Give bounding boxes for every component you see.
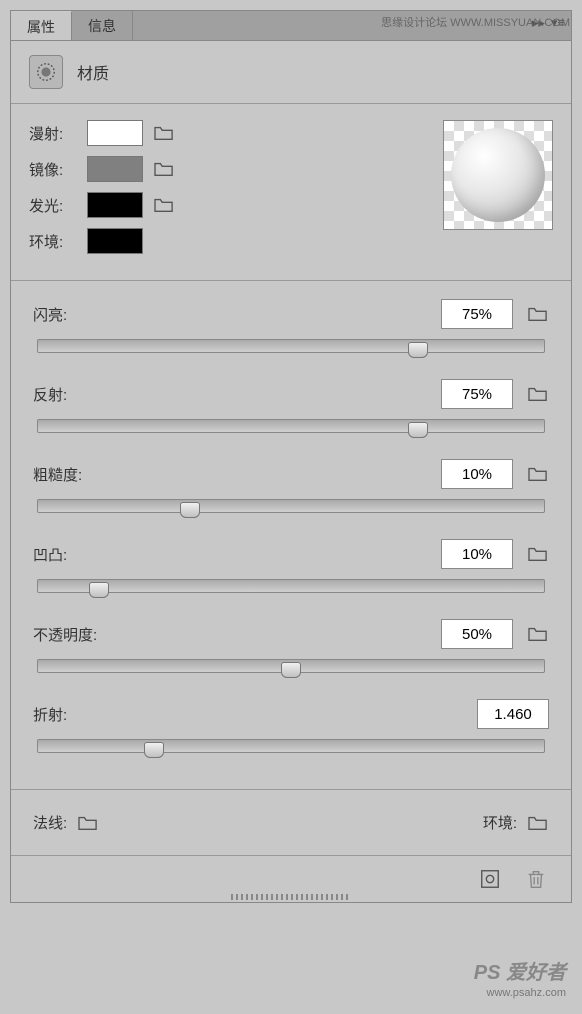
folder-icon[interactable] <box>153 160 175 178</box>
refraction-slider[interactable] <box>37 739 545 753</box>
sphere-icon <box>451 128 545 222</box>
diffuse-label: 漫射: <box>29 123 77 144</box>
environment-label: 环境: <box>483 812 517 833</box>
folder-icon[interactable] <box>153 196 175 214</box>
folder-icon[interactable] <box>527 545 549 563</box>
folder-icon[interactable] <box>153 124 175 142</box>
page-title: 材质 <box>77 60 109 84</box>
tab-properties[interactable]: 属性 <box>11 11 72 40</box>
bump-label: 凹凸: <box>33 544 67 565</box>
roughness-slider[interactable] <box>37 499 545 513</box>
sliders-section: 闪亮: 反射: 粗糙度: <box>11 281 571 790</box>
ambient-row: 环境: <box>29 228 553 254</box>
material-preview[interactable] <box>443 120 553 230</box>
watermark-url: www.psahz.com <box>474 986 566 1000</box>
ambient-swatch[interactable] <box>87 228 143 254</box>
normal-item: 法线: <box>33 812 99 833</box>
slider-thumb[interactable] <box>180 502 200 518</box>
properties-panel: 属性 信息 ▸▸ ▾≡ 材质 漫射: 镜像: 发光: <box>10 10 572 903</box>
slider-thumb[interactable] <box>144 742 164 758</box>
diffuse-swatch[interactable] <box>87 120 143 146</box>
folder-icon[interactable] <box>527 625 549 643</box>
shine-input[interactable] <box>441 299 513 329</box>
header-section: 材质 <box>11 41 571 104</box>
ambient-label: 环境: <box>29 231 77 252</box>
refraction-input[interactable] <box>477 699 549 729</box>
glow-label: 发光: <box>29 195 77 216</box>
watermark-bottom: PS 爱好者 www.psahz.com <box>474 960 566 1000</box>
bottom-section: 法线: 环境: <box>11 790 571 856</box>
reflection-label: 反射: <box>33 384 67 405</box>
bump-input[interactable] <box>441 539 513 569</box>
reflection-row: 反射: <box>33 379 549 433</box>
tab-info[interactable]: 信息 <box>72 11 133 40</box>
shine-slider[interactable] <box>37 339 545 353</box>
watermark-logo: PS 爱好者 <box>474 960 566 986</box>
material-icon[interactable] <box>29 55 63 89</box>
specular-label: 镜像: <box>29 159 77 180</box>
reflection-slider[interactable] <box>37 419 545 433</box>
environment-item: 环境: <box>483 812 549 833</box>
slider-thumb[interactable] <box>89 582 109 598</box>
folder-icon[interactable] <box>527 814 549 832</box>
slider-thumb[interactable] <box>408 342 428 358</box>
roughness-row: 粗糙度: <box>33 459 549 513</box>
folder-icon[interactable] <box>527 385 549 403</box>
opacity-slider[interactable] <box>37 659 545 673</box>
shine-label: 闪亮: <box>33 304 67 325</box>
scroll-indicator <box>231 894 351 900</box>
opacity-label: 不透明度: <box>33 624 97 645</box>
opacity-input[interactable] <box>441 619 513 649</box>
color-section: 漫射: 镜像: 发光: 环境: <box>11 104 571 281</box>
folder-icon[interactable] <box>77 814 99 832</box>
roughness-input[interactable] <box>441 459 513 489</box>
specular-swatch[interactable] <box>87 156 143 182</box>
render-icon[interactable] <box>477 866 503 892</box>
folder-icon[interactable] <box>527 465 549 483</box>
watermark-top: 思缘设计论坛 WWW.MISSYUAN.COM <box>381 14 570 30</box>
refraction-row: 折射: <box>33 699 549 753</box>
bump-row: 凹凸: <box>33 539 549 593</box>
roughness-label: 粗糙度: <box>33 464 82 485</box>
normal-label: 法线: <box>33 812 67 833</box>
refraction-label: 折射: <box>33 704 67 725</box>
trash-icon[interactable] <box>523 866 549 892</box>
opacity-row: 不透明度: <box>33 619 549 673</box>
slider-thumb[interactable] <box>281 662 301 678</box>
folder-icon[interactable] <box>527 305 549 323</box>
glow-swatch[interactable] <box>87 192 143 218</box>
slider-thumb[interactable] <box>408 422 428 438</box>
bump-slider[interactable] <box>37 579 545 593</box>
reflection-input[interactable] <box>441 379 513 409</box>
shine-row: 闪亮: <box>33 299 549 353</box>
